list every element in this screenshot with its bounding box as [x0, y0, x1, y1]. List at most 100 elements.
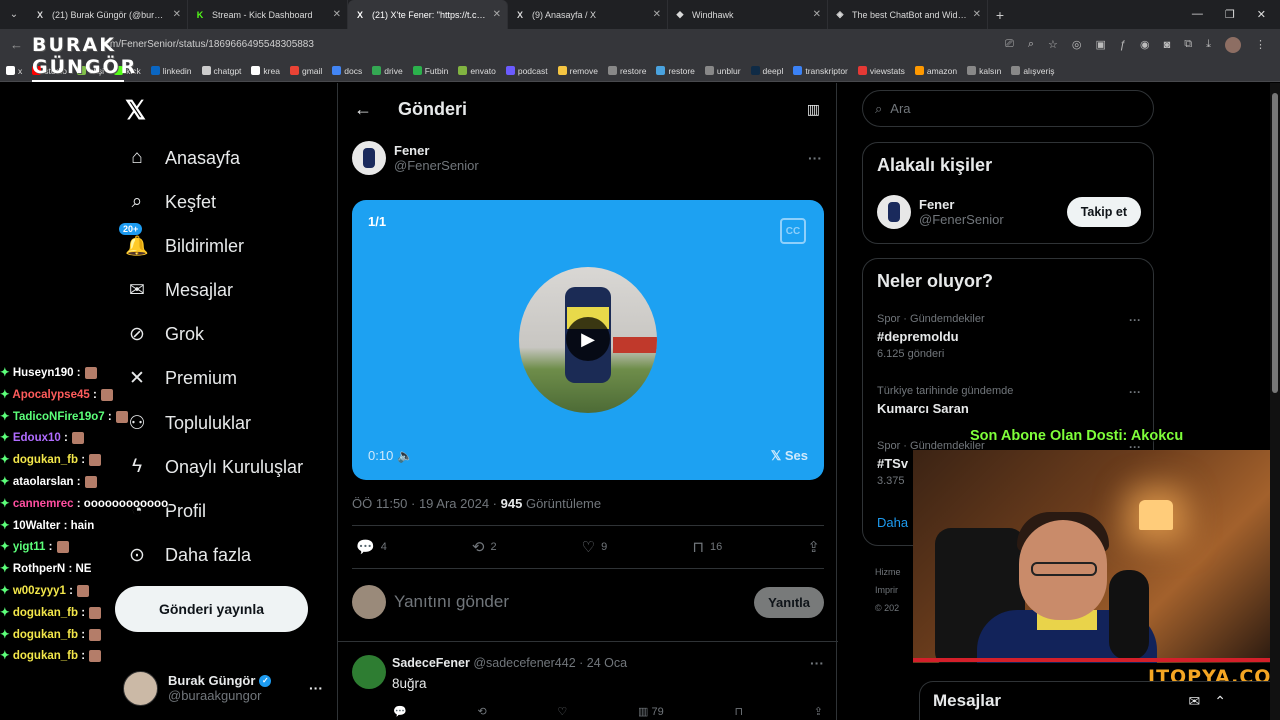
reply-submit-button[interactable]: Yanıtla	[754, 586, 824, 618]
chat-username[interactable]: dogukan_fb	[13, 629, 78, 641]
nav-item-4[interactable]: ⊘ Grok	[125, 319, 204, 349]
chat-username[interactable]: dogukan_fb	[13, 607, 78, 619]
chat-username[interactable]: 10Walter	[13, 520, 61, 532]
camera-icon[interactable]: ◙	[1164, 39, 1171, 51]
bookmark-5[interactable]: chatgpt	[201, 66, 241, 76]
avatar[interactable]	[352, 655, 386, 689]
profile-avatar[interactable]	[1225, 36, 1241, 53]
bookmark-11[interactable]: envato	[458, 66, 496, 76]
chat-username[interactable]: Huseyn190	[13, 367, 74, 379]
author-handle[interactable]: @FenerSenior	[394, 158, 479, 173]
bookmark-0[interactable]: x	[6, 66, 22, 76]
nav-item-3[interactable]: ✉ Mesajlar	[125, 275, 233, 305]
search-input[interactable]: ⌕ Ara	[862, 90, 1154, 127]
browser-tab[interactable]: X(21) Burak Güngör (@buraakgungor)✕	[28, 0, 188, 29]
speaker-icon[interactable]: 🔈	[397, 448, 413, 463]
more-dots-icon[interactable]: ···	[808, 150, 822, 166]
related-user[interactable]: Fener @FenerSenior Takip et	[877, 195, 1141, 229]
bookmark-16[interactable]: unblur	[704, 66, 741, 76]
close-tab-icon[interactable]: ✕	[493, 9, 501, 20]
browser-tab[interactable]: ◆ Windhawk ✕	[668, 0, 828, 29]
cast-icon[interactable]: ⎚	[1005, 38, 1014, 51]
bookmark-17[interactable]: deepl	[750, 66, 783, 76]
author-name[interactable]: Fener	[394, 143, 479, 158]
trend-item[interactable]: Spor · Gündemdekiler #depremoldu 6.125 g…	[877, 313, 1141, 360]
bookmark-22[interactable]: alışveriş	[1011, 66, 1055, 76]
share-button[interactable]: ⇪	[807, 538, 820, 556]
chat-username[interactable]: ataolarslan	[13, 476, 74, 488]
lens-icon[interactable]: ◉	[1140, 38, 1150, 51]
more-dots-icon[interactable]: ···	[309, 680, 323, 696]
nav-item-2[interactable]: 🔔 Bildirimler 20+	[119, 223, 244, 261]
menu-dots-icon[interactable]: ⋮	[1255, 38, 1266, 51]
chat-username[interactable]: dogukan_fb	[13, 454, 78, 466]
download-icon[interactable]: ⤓	[1206, 38, 1211, 51]
bookmark-15[interactable]: restore	[656, 66, 695, 76]
minimize-icon[interactable]: —	[1192, 8, 1203, 21]
restore-icon[interactable]: ❐	[1225, 8, 1235, 21]
glasses-icon[interactable]: ◎	[1072, 38, 1082, 51]
close-tab-icon[interactable]: ✕	[973, 9, 981, 20]
repost-button[interactable]: ⟲ 2	[472, 538, 497, 556]
reply-input[interactable]: Yanıtını gönder	[394, 592, 509, 612]
bookmark-12[interactable]: podcast	[505, 66, 548, 76]
bookmark-button[interactable]: ⊓ 16	[692, 538, 722, 556]
reply-icon[interactable]: 💬	[393, 705, 407, 718]
url-field[interactable]: m/FenerSenior/status/1869666495548305883	[110, 34, 1005, 56]
nav-item-0[interactable]: ⌂ Anasayfa	[125, 143, 240, 173]
bookmark-icon[interactable]: ⊓	[734, 705, 743, 718]
bookmark-8[interactable]: docs	[332, 66, 362, 76]
browser-tab-active[interactable]: X(21) X'te Fener: "https://t.co/ahzF"✕	[348, 0, 508, 29]
repost-icon[interactable]: ⟲	[477, 705, 486, 718]
image-icon[interactable]: ▣	[1095, 38, 1105, 51]
bookmark-13[interactable]: remove	[557, 66, 598, 76]
tab-search-button[interactable]: ⌄	[0, 0, 28, 29]
video-player[interactable]: 1/1 CC ▶ 0:10 🔈 𝕏 Ses	[352, 200, 824, 480]
chat-username[interactable]: Apocalypse45	[12, 389, 89, 401]
x-logo-icon[interactable]: 𝕏	[125, 95, 146, 126]
extensions-icon[interactable]: ⧉	[1184, 38, 1192, 51]
bookmark-19[interactable]: viewstats	[857, 66, 905, 76]
reply-button[interactable]: 💬 4	[356, 538, 387, 556]
new-tab-button[interactable]: +	[988, 7, 1012, 23]
bookmark-4[interactable]: linkedin	[150, 66, 192, 76]
browser-tab[interactable]: X (9) Anasayfa / X ✕	[508, 0, 668, 29]
trend-item[interactable]: Türkiye tarihinde gündemde Kumarcı Saran…	[877, 385, 1141, 416]
chat-username[interactable]: cannemrec	[13, 498, 74, 510]
close-window-icon[interactable]: ✕	[1257, 8, 1266, 21]
chat-username[interactable]: w00zyyy1	[13, 585, 66, 597]
more-dots-icon[interactable]: ···	[1129, 385, 1141, 399]
back-arrow-icon[interactable]: ←	[354, 99, 384, 120]
chat-username[interactable]: TadicoNFire19o7	[13, 411, 105, 423]
nav-item-1[interactable]: ⌕ Keşfet	[125, 187, 216, 217]
share-icon[interactable]: ⇪	[814, 705, 823, 718]
close-tab-icon[interactable]: ✕	[173, 9, 181, 20]
avatar[interactable]	[877, 195, 911, 229]
zoom-icon[interactable]: ⌕	[1028, 38, 1034, 51]
heart-icon[interactable]: ♡	[557, 705, 567, 718]
expand-up-icon[interactable]: ⌃	[1214, 693, 1226, 710]
captions-icon[interactable]: CC	[780, 218, 806, 244]
sound-toggle[interactable]: 𝕏 Ses	[771, 448, 808, 464]
views-button[interactable]: ▥ 79	[638, 705, 664, 718]
bookmark-18[interactable]: transkriptor	[793, 66, 848, 76]
star-icon[interactable]: ☆	[1048, 38, 1058, 51]
font-icon[interactable]: ƒ	[1120, 39, 1126, 51]
close-tab-icon[interactable]: ✕	[333, 9, 341, 20]
post-timestamp[interactable]: ÖÖ 11:50 · 19 Ara 2024 ·	[352, 496, 497, 511]
new-message-icon[interactable]: ✉	[1189, 693, 1201, 710]
account-switcher[interactable]: Burak Güngör ✓ @buraakgungor ···	[123, 668, 323, 708]
back-arrow-icon[interactable]: ←	[10, 37, 30, 52]
close-tab-icon[interactable]: ✕	[653, 9, 661, 20]
bookmark-9[interactable]: drive	[372, 66, 403, 76]
more-dots-icon[interactable]: ···	[810, 655, 824, 671]
bookmark-20[interactable]: amazon	[914, 66, 957, 76]
like-button[interactable]: ♡ 9	[582, 538, 608, 556]
chat-username[interactable]: dogukan_fb	[13, 650, 78, 662]
bookmark-7[interactable]: gmail	[289, 66, 322, 76]
bookmark-6[interactable]: krea	[251, 66, 280, 76]
close-tab-icon[interactable]: ✕	[813, 9, 821, 20]
avatar[interactable]	[352, 141, 386, 175]
chat-username[interactable]: RothperN	[13, 563, 65, 575]
more-dots-icon[interactable]: ···	[1129, 313, 1141, 327]
